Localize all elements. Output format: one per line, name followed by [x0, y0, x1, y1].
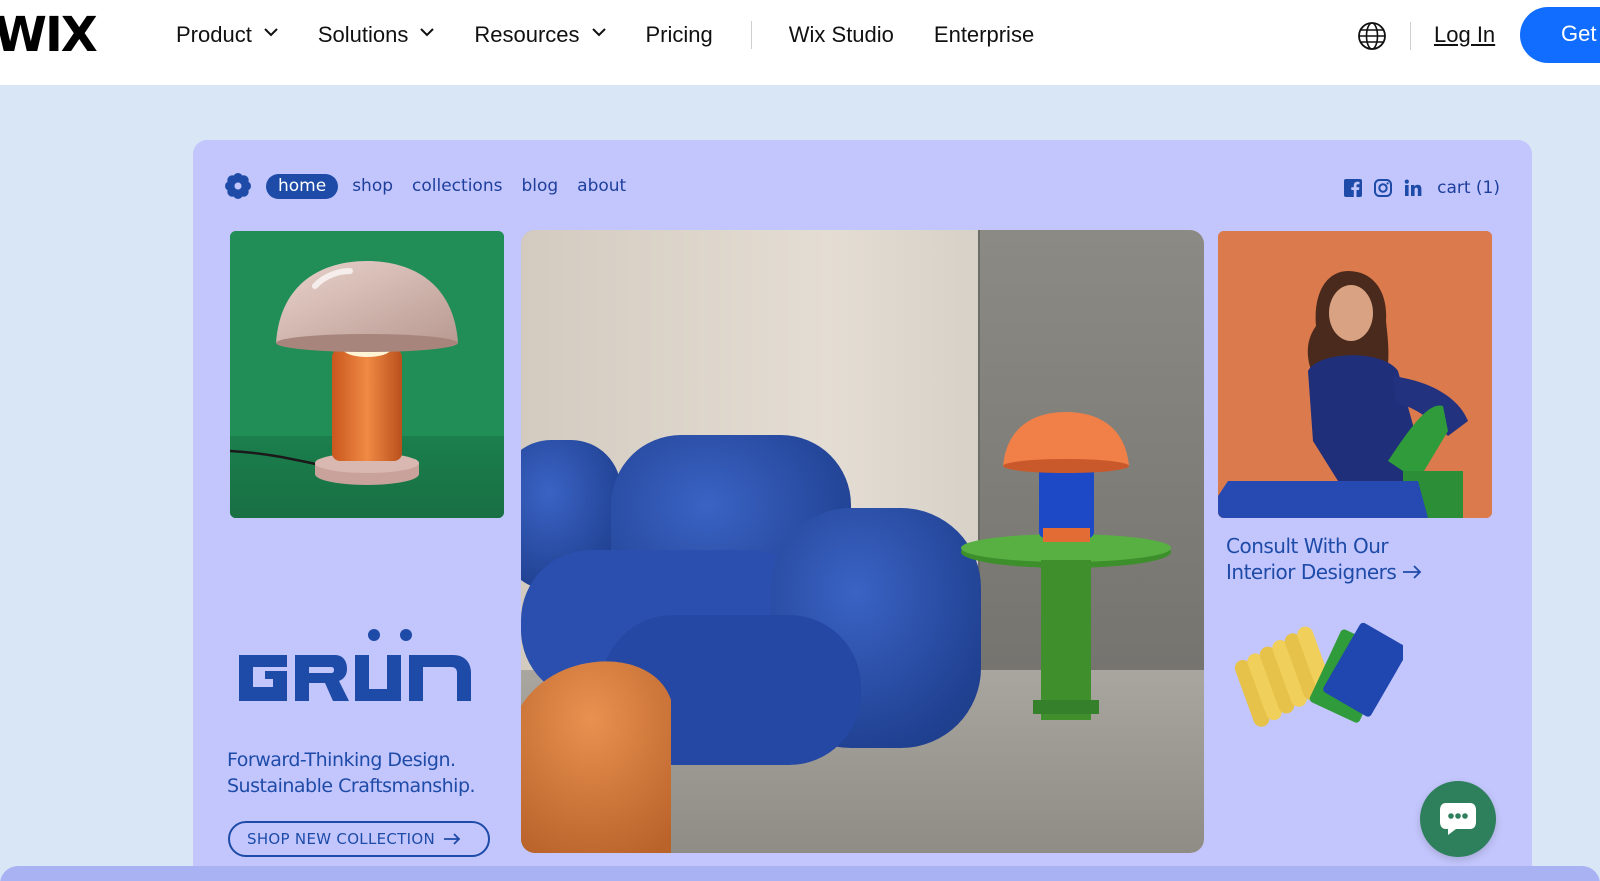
- next-section-edge: [0, 866, 1600, 881]
- fabric-swatches-image: [1234, 622, 1403, 727]
- site-link-about[interactable]: about: [577, 176, 626, 196]
- globe-icon[interactable]: [1357, 21, 1387, 51]
- chat-bubble-icon: [1440, 803, 1476, 835]
- mushroom-lamp-illustration: [230, 231, 504, 518]
- hero-sofa-image: [521, 230, 1204, 853]
- get-started-button[interactable]: Get: [1520, 7, 1600, 63]
- top-navigation-bar: WIX Product Solutions Resources Pricing …: [0, 0, 1600, 85]
- woman-on-chair-illustration: [1218, 231, 1492, 518]
- lamp-product-image[interactable]: [230, 231, 504, 518]
- header-divider: [1410, 22, 1411, 50]
- grun-brand-logo: [239, 629, 471, 701]
- nav-solutions[interactable]: Solutions: [318, 22, 435, 48]
- wix-logo[interactable]: WIX: [0, 10, 98, 60]
- nav-divider: [750, 21, 752, 49]
- nav-solutions-label: Solutions: [317, 22, 409, 47]
- arrow-right-icon: [1403, 565, 1422, 579]
- arrow-right-icon: [443, 833, 461, 845]
- nav-product-label: Product: [176, 22, 252, 47]
- site-link-home[interactable]: home: [266, 173, 339, 199]
- nav-pricing[interactable]: Pricing: [646, 22, 713, 48]
- cart-link[interactable]: cart (1): [1437, 178, 1500, 198]
- chevron-down-icon: [591, 28, 606, 37]
- nav-wix-studio[interactable]: Wix Studio: [789, 22, 894, 48]
- brand-tagline: Forward-Thinking Design. Sustainable Cra…: [227, 747, 476, 799]
- consult-line-2: Interior Designers: [1226, 560, 1397, 584]
- consult-line-1: Consult With Our: [1226, 534, 1389, 558]
- tagline-line-2: Sustainable Craftsmanship.: [227, 775, 476, 797]
- shop-new-collection-button[interactable]: SHOP NEW COLLECTION: [228, 821, 490, 857]
- template-showcase-card: home shop collections blog about cart (1…: [193, 140, 1532, 881]
- instagram-icon[interactable]: [1373, 178, 1393, 198]
- blue-sofa-scene-illustration: [521, 230, 1204, 853]
- nav-resources[interactable]: Resources: [474, 22, 606, 48]
- site-link-collections[interactable]: collections: [412, 176, 502, 196]
- linkedin-icon[interactable]: [1403, 178, 1423, 198]
- main-nav: Product Solutions Resources Pricing Wix …: [176, 0, 1074, 70]
- tagline-line-1: Forward-Thinking Design.: [227, 749, 456, 771]
- shop-button-label: SHOP NEW COLLECTION: [247, 830, 435, 848]
- consult-designers-link[interactable]: Consult With Our Interior Designers: [1226, 533, 1422, 585]
- login-link[interactable]: Log In: [1434, 22, 1495, 48]
- social-links: cart (1): [1343, 178, 1500, 198]
- site-link-shop[interactable]: shop: [352, 176, 393, 196]
- chevron-down-icon: [420, 28, 435, 37]
- chevron-down-icon: [264, 28, 278, 37]
- designer-portrait-image[interactable]: [1218, 231, 1492, 518]
- flower-icon[interactable]: [224, 172, 252, 200]
- chat-button[interactable]: [1420, 781, 1496, 857]
- nav-product[interactable]: Product: [176, 22, 278, 48]
- nav-resources-label: Resources: [474, 22, 580, 47]
- showcase-site-nav: home shop collections blog about: [224, 172, 645, 200]
- nav-enterprise[interactable]: Enterprise: [934, 22, 1034, 48]
- site-link-blog[interactable]: blog: [521, 176, 558, 196]
- facebook-icon[interactable]: [1343, 178, 1363, 198]
